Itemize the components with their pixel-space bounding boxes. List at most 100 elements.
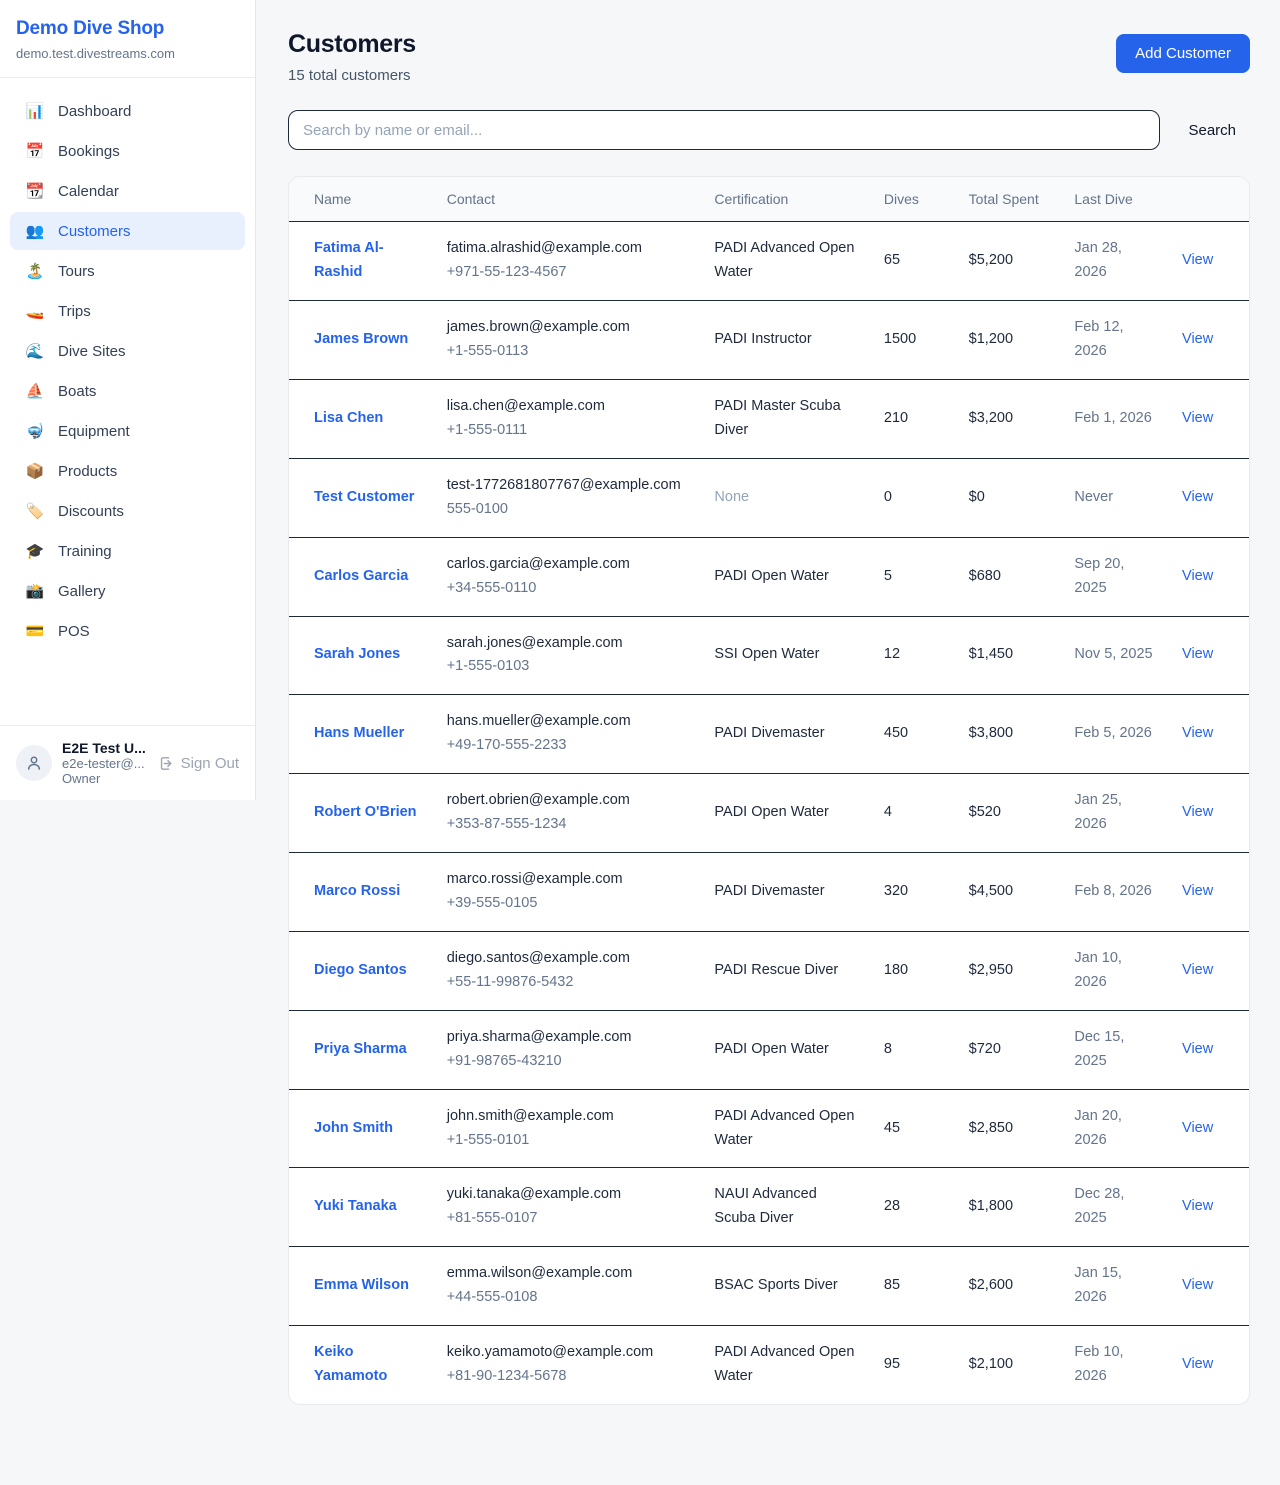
customer-name-link[interactable]: Priya Sharma <box>314 1041 407 1057</box>
customer-name-link[interactable]: Sarah Jones <box>314 646 400 662</box>
customer-name-link[interactable]: Keiko Yamamoto <box>314 1344 387 1384</box>
certification-value: PADI Divemaster <box>714 883 824 899</box>
dives-cell: 320 <box>872 853 957 932</box>
customer-name-link[interactable]: Yuki Tanaka <box>314 1198 397 1214</box>
table-row: Yuki Tanakayuki.tanaka@example.com+81-55… <box>289 1168 1249 1247</box>
contact-cell: priya.sharma@example.com+91-98765-43210 <box>435 1010 703 1089</box>
view-customer-link[interactable]: View <box>1182 725 1213 741</box>
name-cell: John Smith <box>289 1089 435 1168</box>
shop-title: Demo Dive Shop <box>16 18 239 40</box>
last-dive-cell: Dec 15, 2025 <box>1062 1010 1170 1089</box>
total-customers-count: 15 total customers <box>288 67 416 84</box>
sidebar-item-boats[interactable]: ⛵Boats <box>10 372 245 410</box>
sidebar-item-customers[interactable]: 👥Customers <box>10 212 245 250</box>
search-button[interactable]: Search <box>1188 122 1236 139</box>
sidebar-item-pos[interactable]: 💳POS <box>10 612 245 650</box>
view-customer-link[interactable]: View <box>1182 1041 1213 1057</box>
page-header: Customers 15 total customers Add Custome… <box>288 30 1250 84</box>
search-input[interactable] <box>288 110 1160 150</box>
name-cell: Hans Mueller <box>289 695 435 774</box>
customer-email: yuki.tanaka@example.com <box>447 1183 691 1207</box>
customer-name-link[interactable]: Diego Santos <box>314 962 407 978</box>
camera-icon: 📸 <box>24 582 46 600</box>
view-customer-link[interactable]: View <box>1182 410 1213 426</box>
certification-cell: SSI Open Water <box>702 616 871 695</box>
customer-name-link[interactable]: James Brown <box>314 331 408 347</box>
sidebar-item-trips[interactable]: 🚤Trips <box>10 292 245 330</box>
view-customer-link[interactable]: View <box>1182 1356 1213 1372</box>
sidebar-item-label: Trips <box>58 303 91 320</box>
sidebar-item-equipment[interactable]: 🤿Equipment <box>10 412 245 450</box>
view-customer-link[interactable]: View <box>1182 568 1213 584</box>
view-customer-link[interactable]: View <box>1182 489 1213 505</box>
sidebar-item-discounts[interactable]: 🏷️Discounts <box>10 492 245 530</box>
customer-name-link[interactable]: Test Customer <box>314 489 414 505</box>
view-customer-link[interactable]: View <box>1182 331 1213 347</box>
view-customer-link[interactable]: View <box>1182 962 1213 978</box>
sidebar-item-label: Customers <box>58 223 131 240</box>
last-dive-cell: Nov 5, 2025 <box>1062 616 1170 695</box>
certification-value: PADI Rescue Diver <box>714 962 838 978</box>
view-customer-link[interactable]: View <box>1182 646 1213 662</box>
dives-cell: 12 <box>872 616 957 695</box>
sidebar-item-calendar[interactable]: 📆Calendar <box>10 172 245 210</box>
table-row: John Smithjohn.smith@example.com+1-555-0… <box>289 1089 1249 1168</box>
last-dive-value: Jan 28, 2026 <box>1074 240 1122 280</box>
sidebar-item-dashboard[interactable]: 📊Dashboard <box>10 92 245 130</box>
customer-name-link[interactable]: Robert O'Brien <box>314 804 417 820</box>
total-spent-cell: $1,800 <box>957 1168 1063 1247</box>
total-spent-cell: $4,500 <box>957 853 1063 932</box>
customer-name-link[interactable]: Hans Mueller <box>314 725 404 741</box>
sidebar-item-training[interactable]: 🎓Training <box>10 532 245 570</box>
package-icon: 📦 <box>24 462 46 480</box>
customer-name-link[interactable]: Marco Rossi <box>314 883 400 899</box>
certification-cell: PADI Open Water <box>702 774 871 853</box>
sidebar-item-gallery[interactable]: 📸Gallery <box>10 572 245 610</box>
sign-out-button[interactable]: Sign Out <box>158 755 239 772</box>
sidebar-item-tours[interactable]: 🏝️Tours <box>10 252 245 290</box>
customer-phone: 555-0100 <box>447 498 691 522</box>
action-cell: View <box>1170 695 1249 774</box>
sidebar-item-products[interactable]: 📦Products <box>10 452 245 490</box>
contact-cell: marco.rossi@example.com+39-555-0105 <box>435 853 703 932</box>
last-dive-value: Dec 28, 2025 <box>1074 1186 1124 1226</box>
view-customer-link[interactable]: View <box>1182 1277 1213 1293</box>
customer-name-link[interactable]: Lisa Chen <box>314 410 383 426</box>
add-customer-button[interactable]: Add Customer <box>1116 34 1250 73</box>
view-customer-link[interactable]: View <box>1182 1120 1213 1136</box>
total-spent-cell: $520 <box>957 774 1063 853</box>
customer-email: carlos.garcia@example.com <box>447 553 691 577</box>
customer-name-link[interactable]: Carlos Garcia <box>314 568 408 584</box>
view-customer-link[interactable]: View <box>1182 1198 1213 1214</box>
shop-domain: demo.test.divestreams.com <box>16 46 239 61</box>
total-spent-cell: $3,800 <box>957 695 1063 774</box>
action-cell: View <box>1170 853 1249 932</box>
customer-email: diego.santos@example.com <box>447 947 691 971</box>
customer-phone: +1-555-0103 <box>447 655 691 679</box>
last-dive-cell: Feb 8, 2026 <box>1062 853 1170 932</box>
table-row: Carlos Garciacarlos.garcia@example.com+3… <box>289 537 1249 616</box>
view-customer-link[interactable]: View <box>1182 252 1213 268</box>
contact-cell: lisa.chen@example.com+1-555-0111 <box>435 379 703 458</box>
total-spent-cell: $1,450 <box>957 616 1063 695</box>
table-row: Robert O'Brienrobert.obrien@example.com+… <box>289 774 1249 853</box>
view-customer-link[interactable]: View <box>1182 804 1213 820</box>
total-spent-cell: $3,200 <box>957 379 1063 458</box>
last-dive-cell: Feb 12, 2026 <box>1062 301 1170 380</box>
contact-cell: fatima.alrashid@example.com+971-55-123-4… <box>435 222 703 301</box>
customer-name-link[interactable]: Fatima Al-Rashid <box>314 240 384 280</box>
sidebar-item-bookings[interactable]: 📅Bookings <box>10 132 245 170</box>
dives-cell: 8 <box>872 1010 957 1089</box>
table-row: Diego Santosdiego.santos@example.com+55-… <box>289 931 1249 1010</box>
sidebar-item-label: Boats <box>58 383 96 400</box>
certification-value: PADI Open Water <box>714 804 828 820</box>
customer-name-link[interactable]: Emma Wilson <box>314 1277 409 1293</box>
total-spent-cell: $720 <box>957 1010 1063 1089</box>
user-role: Owner <box>62 771 158 786</box>
name-cell: Sarah Jones <box>289 616 435 695</box>
name-cell: Emma Wilson <box>289 1247 435 1326</box>
customer-email: lisa.chen@example.com <box>447 395 691 419</box>
sidebar-item-dive-sites[interactable]: 🌊Dive Sites <box>10 332 245 370</box>
customer-name-link[interactable]: John Smith <box>314 1120 393 1136</box>
view-customer-link[interactable]: View <box>1182 883 1213 899</box>
